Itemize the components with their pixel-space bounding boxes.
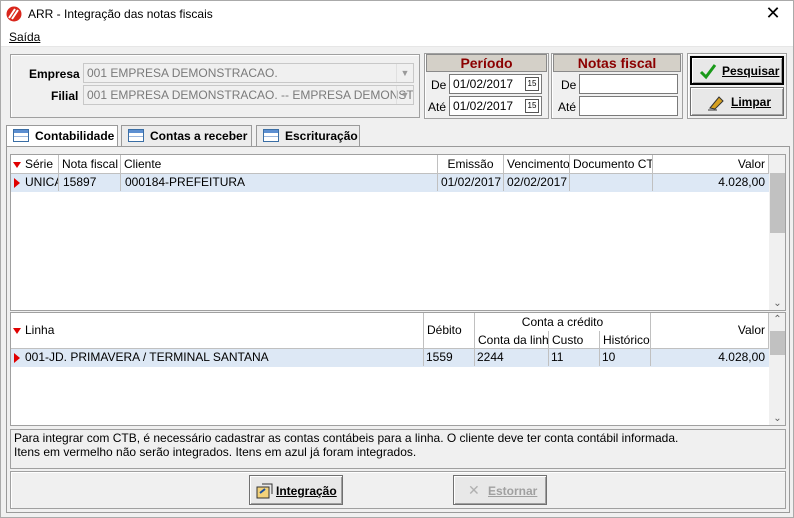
cell-cliente: 000184-PREFEITURA (123, 174, 438, 191)
menu-item-saida[interactable]: Saída (9, 30, 40, 44)
scroll-thumb[interactable] (770, 331, 785, 355)
row-marker-icon (14, 353, 20, 363)
cell-valor: 4.028,00 (718, 175, 765, 189)
filial-select[interactable]: 001 EMPRESA DEMONSTRACAO. -- EMPRESA DEM… (83, 85, 414, 105)
col-header-linha[interactable]: Linha (11, 313, 424, 349)
sort-down-icon (13, 162, 21, 168)
notas-grid: Série Nota fiscal Cliente Emissão Vencim… (10, 154, 786, 311)
linhas-grid: Linha Débito Conta a crédito Conta da li… (10, 312, 786, 426)
table-icon (13, 129, 29, 142)
notas-de-input[interactable] (579, 74, 678, 94)
tab-contabilidade[interactable]: Contabilidade (6, 125, 118, 147)
tab-escrituracao[interactable]: Escrituração (256, 125, 360, 147)
col-header-valor[interactable]: Valor (653, 155, 769, 174)
chevron-down-icon[interactable]: ▼ (396, 86, 413, 104)
table-row[interactable]: 001-JD. PRIMAVERA / TERMINAL SANTANA 155… (11, 349, 769, 367)
periodo-de-input[interactable]: 01/02/2017 15 (449, 74, 542, 94)
chevron-down-icon[interactable]: ⌄ (769, 298, 785, 309)
tab-contas-a-receber[interactable]: Contas a receber (121, 125, 252, 147)
filial-value: 001 EMPRESA DEMONSTRACAO. -- EMPRESA DEM… (87, 88, 414, 102)
eraser-icon (708, 96, 724, 111)
integracao-label: Integração (276, 484, 337, 498)
col-header-serie[interactable]: Série (11, 155, 59, 174)
notas-de-label: De (561, 78, 577, 92)
integracao-button[interactable]: Integração (249, 475, 343, 505)
table-row[interactable]: UNICA 15897 000184-PREFEITURA 01/02/2017… (11, 174, 769, 192)
notas-ate-input[interactable] (579, 96, 678, 116)
info-note: Para integrar com CTB, é necessário cada… (10, 429, 786, 469)
notas-title: Notas fiscal (553, 54, 681, 72)
cell-valor: 4.028,00 (718, 350, 765, 364)
col-header-vencimento[interactable]: Vencimento (504, 155, 570, 174)
periodo-ate-label: Até (428, 100, 447, 114)
cell-emissao: 01/02/2017 (438, 174, 504, 191)
menu-bar: Saída (1, 28, 793, 47)
limpar-button[interactable]: Limpar (690, 87, 784, 116)
cell-conta-linha: 2244 (475, 349, 549, 366)
empresa-select[interactable]: 001 EMPRESA DEMONSTRACAO. ▼ (83, 63, 414, 83)
bottom-panel (10, 471, 786, 509)
col-header-historico[interactable]: Histórico (600, 331, 651, 349)
app-window: ARR - Integração das notas fiscais ✕ Saí… (0, 0, 794, 518)
cell-nota: 15897 (61, 174, 121, 191)
cell-linha: 001-JD. PRIMAVERA / TERMINAL SANTANA (23, 349, 424, 366)
tab-label: Escrituração (285, 129, 358, 143)
sort-down-icon (13, 328, 21, 334)
cell-vencimento: 02/02/2017 (504, 174, 570, 191)
col-header-valor[interactable]: Valor (651, 313, 769, 349)
title-bar: ARR - Integração das notas fiscais ✕ (1, 1, 793, 28)
chevron-down-icon[interactable]: ▼ (396, 64, 413, 82)
col-label: Linha (25, 323, 55, 337)
col-header-emissao[interactable]: Emissão (438, 155, 504, 174)
col-header-custo[interactable]: Custo (549, 331, 600, 349)
notas-ate-label: Até (558, 100, 577, 114)
cell-serie: UNICA (25, 174, 59, 191)
periodo-title: Período (426, 54, 547, 72)
linhas-scrollbar[interactable]: ⌃ ⌄ (769, 313, 785, 425)
integration-icon (256, 483, 273, 499)
col-header-nota[interactable]: Nota fiscal (59, 155, 121, 174)
periodo-ate-value: 01/02/2017 (453, 99, 514, 113)
chevron-down-icon[interactable]: ⌄ (769, 413, 785, 424)
pesquisar-label: Pesquisar (722, 64, 780, 78)
filial-label: Filial (51, 89, 79, 103)
cell-debito: 1559 (424, 349, 475, 366)
cell-historico: 10 (600, 349, 651, 366)
col-label: Série (25, 157, 54, 171)
checkmark-icon (699, 64, 717, 80)
cell-documento (570, 174, 653, 191)
limpar-label: Limpar (731, 95, 772, 109)
estornar-button[interactable]: ✕ Estornar (453, 475, 547, 505)
tab-label: Contas a receber (150, 129, 248, 143)
app-logo-icon (6, 6, 22, 22)
chevron-up-icon[interactable]: ⌃ (769, 314, 785, 325)
tab-label: Contabilidade (35, 129, 115, 143)
periodo-de-value: 01/02/2017 (453, 77, 514, 91)
col-header-documento[interactable]: Documento CTB (570, 155, 653, 174)
close-icon[interactable]: ✕ (761, 3, 785, 24)
periodo-de-label: De (431, 78, 447, 92)
scroll-thumb[interactable] (770, 173, 785, 233)
empresa-label: Empresa (29, 67, 80, 81)
close-icon: ✕ (468, 482, 480, 498)
row-marker-icon (14, 178, 20, 188)
note-line-2: Itens em vermelho não serão integrados. … (14, 445, 417, 459)
estornar-label: Estornar (488, 484, 538, 498)
periodo-ate-input[interactable]: 01/02/2017 15 (449, 96, 542, 116)
pesquisar-button[interactable]: Pesquisar (690, 56, 784, 85)
calendar-icon[interactable]: 15 (525, 77, 539, 91)
col-header-cliente[interactable]: Cliente (121, 155, 438, 174)
empresa-value: 001 EMPRESA DEMONSTRACAO. (87, 66, 278, 80)
calendar-icon[interactable]: 15 (525, 99, 539, 113)
table-icon (263, 129, 279, 142)
col-header-debito[interactable]: Débito (424, 313, 475, 349)
cell-custo: 11 (549, 349, 600, 366)
table-icon (128, 129, 144, 142)
note-line-1: Para integrar com CTB, é necessário cada… (14, 431, 679, 445)
col-header-conta-linha[interactable]: Conta da linha (475, 331, 549, 349)
window-title: ARR - Integração das notas fiscais (28, 7, 213, 21)
notas-scrollbar[interactable]: ⌄ (769, 155, 785, 310)
col-header-conta-credito: Conta a crédito (475, 313, 651, 332)
